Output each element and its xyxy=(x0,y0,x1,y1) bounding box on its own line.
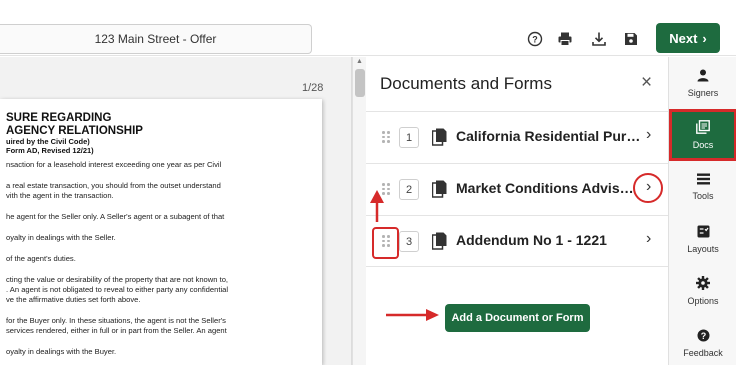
next-button[interactable]: Next › xyxy=(656,23,720,53)
document-title: 123 Main Street - Offer xyxy=(94,32,217,46)
document-heading: SURE REGARDING AGENCY RELATIONSHIP xyxy=(6,112,143,138)
rail-item-signers[interactable]: Signers xyxy=(669,57,736,109)
heading-line: SURE REGARDING xyxy=(6,112,112,124)
help-circle-icon[interactable]: ? xyxy=(526,30,544,48)
rail-item-docs[interactable]: Docs xyxy=(669,109,736,161)
feedback-icon: ? xyxy=(697,329,710,345)
save-icon[interactable] xyxy=(622,30,640,48)
drag-handle-icon[interactable] xyxy=(382,183,390,195)
chevron-right-icon[interactable]: › xyxy=(646,126,651,144)
document-paragraph: vith the agent in the transaction. xyxy=(6,191,114,200)
add-document-button[interactable]: Add a Document or Form xyxy=(445,304,590,332)
chevron-right-icon: › xyxy=(702,30,707,46)
document-title-field[interactable]: 123 Main Street - Offer xyxy=(0,24,312,54)
rail-item-options[interactable]: Options xyxy=(669,265,736,317)
document-number: 2 xyxy=(399,179,419,200)
document-paragraph: he agent for the Seller only. A Seller's… xyxy=(6,212,225,221)
top-bar: 123 Main Street - Offer ? Next › xyxy=(0,0,736,56)
scroll-thumb[interactable] xyxy=(355,69,365,97)
document-page: SURE REGARDING AGENCY RELATIONSHIP uired… xyxy=(0,99,322,365)
document-paragraph: oyalty in dealings with the Seller. xyxy=(6,233,116,242)
download-icon[interactable] xyxy=(590,30,608,48)
rail-item-label: Options xyxy=(687,296,719,306)
tools-icon xyxy=(696,173,710,188)
document-paragraph: nsaction for a leasehold interest exceed… xyxy=(6,160,222,169)
documents-panel: Documents and Forms × 1 California Resid… xyxy=(366,57,668,365)
docs-icon xyxy=(696,120,710,137)
rail-item-layouts[interactable]: Layouts xyxy=(669,213,736,265)
rail-item-label: Signers xyxy=(687,87,719,98)
rail-item-label: Layouts xyxy=(687,243,719,254)
next-label: Next xyxy=(669,30,698,46)
document-subheading: uired by the Civil Code) Form AD, Revise… xyxy=(6,137,94,155)
document-row[interactable]: 3 Addendum No 1 - 1221 › xyxy=(366,215,668,267)
document-paragraph: for the Buyer only. In these situations,… xyxy=(6,316,226,325)
drag-handle-icon[interactable] xyxy=(382,131,390,143)
file-copy-icon xyxy=(431,232,447,250)
svg-text:?: ? xyxy=(700,331,706,341)
rail-item-tools[interactable]: Tools xyxy=(669,161,736,213)
panel-title: Documents and Forms xyxy=(380,74,552,93)
print-icon[interactable] xyxy=(556,30,574,48)
svg-text:?: ? xyxy=(532,35,538,45)
viewer-scrollbar[interactable]: ▲ xyxy=(352,57,366,365)
rail-item-feedback[interactable]: ? Feedback xyxy=(669,317,736,365)
drag-handle-icon[interactable] xyxy=(382,235,390,247)
file-copy-icon xyxy=(431,128,447,146)
person-icon xyxy=(697,69,709,85)
document-row[interactable]: 1 California Residential Purchase... › xyxy=(366,111,668,163)
rail-item-label: Feedback xyxy=(683,347,723,358)
chevron-right-icon[interactable]: › xyxy=(646,178,651,196)
subheading-line: Form AD, Revised 12/21) xyxy=(6,145,94,155)
document-paragraph: . An agent is not obligated to reveal to… xyxy=(6,285,229,294)
document-row[interactable]: 2 Market Conditions Advisory - 1... › xyxy=(366,163,668,215)
file-copy-icon xyxy=(431,180,447,198)
document-paragraph: ve the affirmative duties set forth abov… xyxy=(6,295,141,304)
gear-icon xyxy=(696,276,710,293)
scroll-up-icon[interactable]: ▲ xyxy=(356,58,363,65)
document-paragraph: oyalty in dealings with the Buyer. xyxy=(6,347,117,356)
rail-item-label: Tools xyxy=(692,191,714,201)
document-name: California Residential Purchase... xyxy=(456,128,641,144)
document-paragraph: a real estate transaction, you should fr… xyxy=(6,181,221,190)
document-paragraph: of the agent's duties. xyxy=(6,254,76,263)
document-name: Addendum No 1 - 1221 xyxy=(456,232,607,248)
rail-item-label: Docs xyxy=(692,140,714,150)
right-rail: Signers Docs Tools Layouts Options ? Fee… xyxy=(668,57,736,365)
document-paragraph: services rendered, either in full or in … xyxy=(6,326,227,335)
document-number: 3 xyxy=(399,231,419,252)
document-name: Market Conditions Advisory - 1... xyxy=(456,180,641,196)
document-number: 1 xyxy=(399,127,419,148)
close-icon[interactable]: × xyxy=(641,72,652,94)
document-paragraph: cting the value or desirability of the p… xyxy=(6,275,229,284)
chevron-right-icon[interactable]: › xyxy=(646,230,651,248)
layouts-icon xyxy=(697,225,710,241)
page-counter: 1/28 xyxy=(302,82,324,94)
